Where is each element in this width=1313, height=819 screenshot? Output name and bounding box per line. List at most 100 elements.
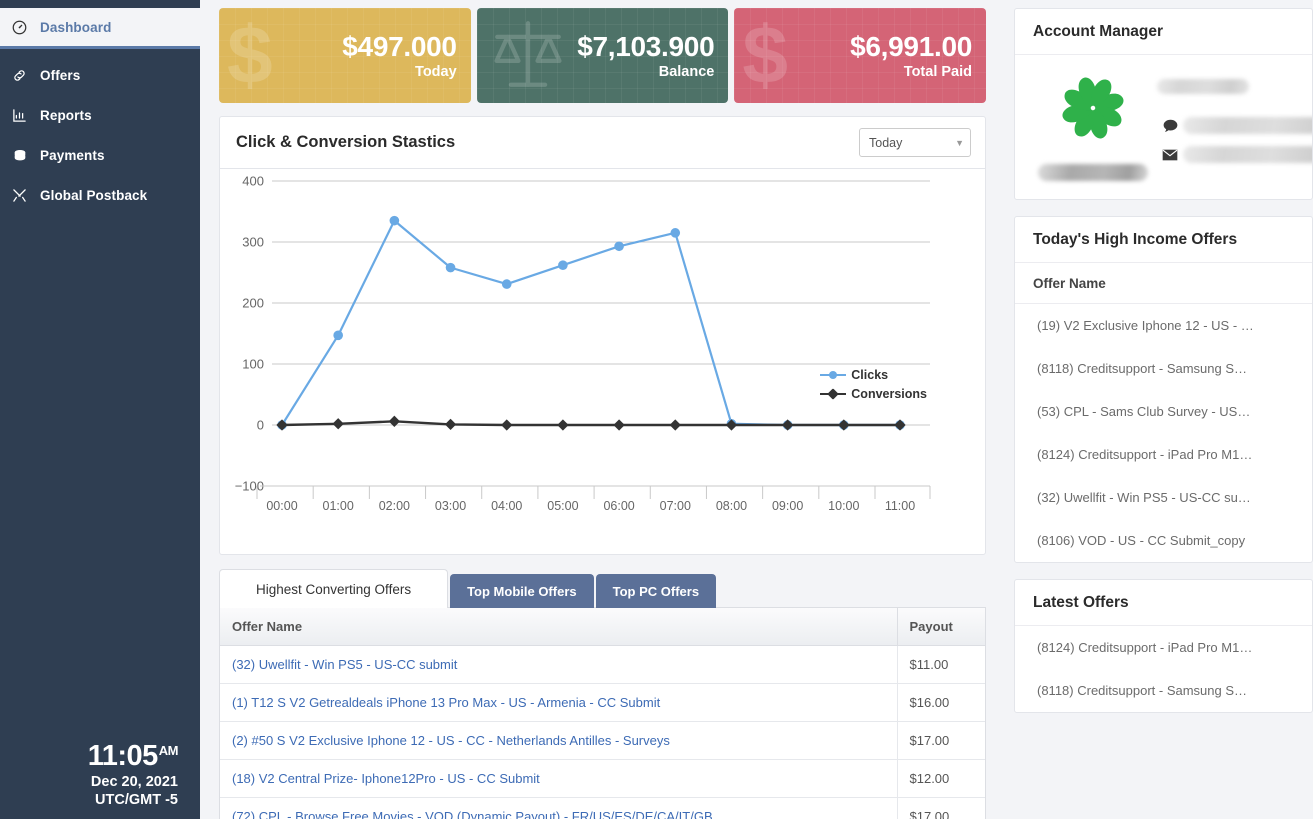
date-range-value: Today xyxy=(869,135,903,150)
latest-offers-title: Latest Offers xyxy=(1015,580,1312,626)
list-item[interactable]: (53) CPL - Sams Club Survey - US… xyxy=(1015,390,1312,433)
table-row: (72) CPL - Browse Free Movies - VOD (Dyn… xyxy=(220,797,985,819)
svg-text:07:00: 07:00 xyxy=(660,499,691,513)
offer-name-cell: (1) T12 S V2 Getrealdeals iPhone 13 Pro … xyxy=(220,683,898,722)
click-conversion-line-chart[interactable]: −100 0 100 200 300 400 00:00 01:00 02:00 03:00 04:… xyxy=(220,169,1006,554)
stat-card-today[interactable]: $ $497.000 Today xyxy=(219,8,471,103)
sidebar: Dashboard Offers Reports Payments Global… xyxy=(0,0,200,819)
tab-top-mobile-offers[interactable]: Top Mobile Offers xyxy=(450,574,594,608)
svg-text:11:00: 11:00 xyxy=(885,499,915,513)
account-manager-title-redacted xyxy=(1157,79,1249,94)
list-item[interactable]: (8106) VOD - US - CC Submit_copy xyxy=(1015,519,1312,562)
sidebar-item-payments[interactable]: Payments xyxy=(0,135,200,175)
account-manager-chat[interactable] xyxy=(1157,117,1312,134)
offers-table: Offer Name Payout (32) Uwellfit - Win PS… xyxy=(220,608,985,819)
legend-item-clicks[interactable]: Clicks xyxy=(820,365,927,384)
column-header-offer-name: Offer Name xyxy=(220,608,898,646)
sidebar-item-label: Global Postback xyxy=(40,187,148,203)
account-manager-body xyxy=(1015,55,1312,199)
offer-link[interactable]: (72) CPL - Browse Free Movies - VOD (Dyn… xyxy=(232,809,713,819)
logo-svg xyxy=(1061,76,1125,140)
stat-cards: $ $497.000 Today $7,103.900 Balance $ $6… xyxy=(219,8,987,103)
stat-card-total-paid[interactable]: $ $6,991.00 Total Paid xyxy=(734,8,987,103)
account-manager-email-redacted xyxy=(1183,146,1312,163)
offer-link[interactable]: (32) Uwellfit - Win PS5 - US-CC submit xyxy=(232,657,457,672)
sidebar-item-label: Dashboard xyxy=(40,19,112,35)
payout-cell: $16.00 xyxy=(897,683,985,722)
stat-value: $6,991.00 xyxy=(850,31,973,63)
svg-text:08:00: 08:00 xyxy=(716,499,747,513)
svg-text:200: 200 xyxy=(242,296,264,311)
list-item[interactable]: (8118) Creditsupport - Samsung S… xyxy=(1015,669,1312,712)
clock-time: 11:05AM xyxy=(0,740,179,773)
svg-text:05:00: 05:00 xyxy=(547,499,578,513)
tab-label: Top Mobile Offers xyxy=(467,584,577,599)
legend-label: Clicks xyxy=(851,367,889,382)
payout-cell: $17.00 xyxy=(897,797,985,819)
main-content: $ $497.000 Today $7,103.900 Balance $ $6… xyxy=(200,0,1313,819)
stat-value: $7,103.900 xyxy=(577,31,715,63)
svg-text:01:00: 01:00 xyxy=(323,499,354,513)
dashboard-page: Dashboard Offers Reports Payments Global… xyxy=(0,0,1313,819)
list-item[interactable]: (32) Uwellfit - Win PS5 - US-CC su… xyxy=(1015,476,1312,519)
svg-text:00:00: 00:00 xyxy=(266,499,297,513)
high-income-offers-column-header: Offer Name xyxy=(1015,263,1312,304)
table-header-row: Offer Name Payout xyxy=(220,608,985,646)
high-income-offers-panel: Today's High Income Offers Offer Name (1… xyxy=(1014,216,1313,563)
legend-marker-clicks xyxy=(820,369,847,381)
tab-label: Top PC Offers xyxy=(612,584,700,599)
sidebar-top-strip xyxy=(0,0,200,8)
table-row: (2) #50 S V2 Exclusive Iphone 12 - US - … xyxy=(220,721,985,760)
latest-offers-panel: Latest Offers (8124) Creditsupport - iPa… xyxy=(1014,579,1313,713)
offers-tabs: Highest Converting Offers Top Mobile Off… xyxy=(219,569,986,608)
offer-link[interactable]: (1) T12 S V2 Getrealdeals iPhone 13 Pro … xyxy=(232,695,660,710)
link-icon xyxy=(12,66,34,84)
list-item[interactable]: (19) V2 Exclusive Iphone 12 - US - … xyxy=(1015,304,1312,347)
sidebar-clock: 11:05AM Dec 20, 2021 UTC/GMT -5 xyxy=(0,741,200,809)
chevron-down-icon: ▼ xyxy=(955,137,964,148)
sidebar-item-label: Payments xyxy=(40,147,105,163)
scales-icon xyxy=(485,13,571,99)
tab-highest-converting-offers[interactable]: Highest Converting Offers xyxy=(219,569,449,608)
gauge-icon xyxy=(12,18,34,36)
stat-value: $497.000 xyxy=(342,31,457,63)
svg-text:03:00: 03:00 xyxy=(435,499,466,513)
clock-date: Dec 20, 2021 xyxy=(90,773,178,790)
svg-text:09:00: 09:00 xyxy=(772,499,803,513)
legend-item-conversions[interactable]: Conversions xyxy=(820,384,927,403)
table-row: (32) Uwellfit - Win PS5 - US-CC submit $1… xyxy=(220,645,985,684)
clock-time-value: 11:05 xyxy=(87,740,159,773)
account-manager-right xyxy=(1157,71,1312,181)
account-manager-chat-redacted xyxy=(1183,117,1312,134)
sidebar-item-dashboard[interactable]: Dashboard xyxy=(0,8,200,49)
list-item[interactable]: (8118) Creditsupport - Samsung S… xyxy=(1015,347,1312,390)
stat-label: Balance xyxy=(658,63,715,80)
offers-table-card: Offer Name Payout (32) Uwellfit - Win PS… xyxy=(219,608,986,819)
list-item[interactable]: (8124) Creditsupport - iPad Pro M1… xyxy=(1015,626,1312,669)
tools-icon xyxy=(12,186,34,204)
offer-link[interactable]: (2) #50 S V2 Exclusive Iphone 12 - US - … xyxy=(232,733,670,748)
sidebar-item-global-postback[interactable]: Global Postback xyxy=(0,175,200,215)
offer-link[interactable]: (18) V2 Central Prize- Iphone12Pro - US … xyxy=(232,771,540,786)
table-row: (18) V2 Central Prize- Iphone12Pro - US … xyxy=(220,759,985,798)
dollar-icon: $ xyxy=(742,9,788,101)
stat-card-balance[interactable]: $7,103.900 Balance xyxy=(476,8,729,103)
table-row: (1) T12 S V2 Getrealdeals iPhone 13 Pro … xyxy=(220,683,985,722)
payout-cell: $12.00 xyxy=(897,759,985,798)
offer-name-cell: (2) #50 S V2 Exclusive Iphone 12 - US - … xyxy=(220,721,898,760)
stat-label: Total Paid xyxy=(903,63,973,80)
list-item[interactable]: (8124) Creditsupport - iPad Pro M1… xyxy=(1015,433,1312,476)
date-range-select[interactable]: Today ▼ xyxy=(859,128,971,157)
sidebar-item-reports[interactable]: Reports xyxy=(0,95,200,135)
sidebar-item-label: Offers xyxy=(40,67,81,83)
account-manager-email[interactable] xyxy=(1157,146,1312,163)
envelope-icon xyxy=(1157,149,1183,161)
svg-text:300: 300 xyxy=(242,235,264,250)
account-manager-name-redacted xyxy=(1038,164,1148,181)
legend-marker-conversions xyxy=(820,387,847,400)
account-manager-panel: Account Manager xyxy=(1014,8,1313,200)
sidebar-item-offers[interactable]: Offers xyxy=(0,55,200,95)
payout-cell: $17.00 xyxy=(897,721,985,760)
tab-top-pc-offers[interactable]: Top PC Offers xyxy=(595,574,717,608)
high-income-offers-title: Today's High Income Offers xyxy=(1015,217,1312,263)
